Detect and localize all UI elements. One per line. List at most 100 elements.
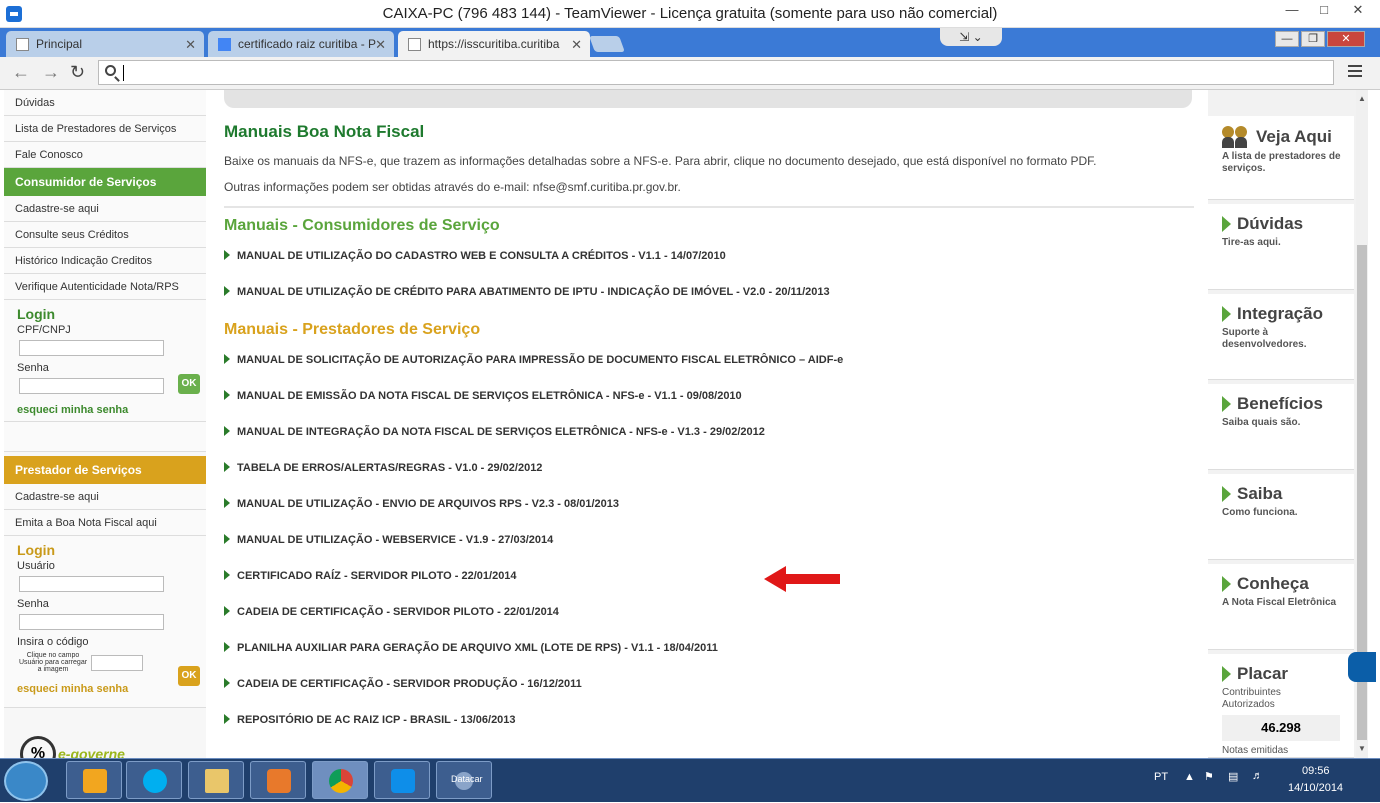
beneficios-box[interactable]: Benefícios Saiba quais são. (1208, 384, 1354, 470)
box-subtitle: Como funciona. (1222, 507, 1298, 518)
usuario-input[interactable] (19, 576, 164, 592)
manual-link[interactable]: CADEIA DE CERTIFICAÇÃO - SERVIDOR PRODUÇ… (224, 678, 582, 690)
login-title: Login (17, 306, 56, 322)
media-player-icon (267, 769, 291, 793)
volume-icon[interactable]: ♬ (1252, 770, 1263, 782)
language-indicator[interactable]: PT (1154, 771, 1168, 783)
tab-principal[interactable]: Principal ✕ (6, 31, 204, 57)
link-fale-conosco[interactable]: Fale Conosco (4, 142, 206, 168)
link-cadastre-consumidor[interactable]: Cadastre-se aqui (4, 196, 206, 222)
tab-close-icon[interactable]: ✕ (185, 37, 196, 53)
start-button[interactable] (4, 761, 48, 801)
tab-close-icon[interactable]: ✕ (571, 37, 582, 53)
manual-link[interactable]: MANUAL DE SOLICITAÇÃO DE AUTORIZAÇÃO PAR… (224, 354, 843, 366)
maximize-icon[interactable]: □ (1310, 2, 1338, 22)
spacer (4, 422, 206, 452)
codigo-input[interactable] (91, 654, 143, 671)
menu-icon[interactable] (1348, 65, 1362, 79)
box-subtitle: A Nota Fiscal Eletrônica (1222, 597, 1337, 608)
teamviewer-panel-icon[interactable] (1348, 652, 1376, 682)
login-title: Login (17, 542, 56, 558)
box-title: Placar (1237, 664, 1289, 683)
link-lista-prestadores[interactable]: Lista de Prestadores de Serviços (4, 116, 206, 142)
skype-icon (143, 769, 167, 793)
veja-aqui-box[interactable]: Veja Aqui A lista de prestadores de serv… (1208, 116, 1354, 200)
senha-input[interactable] (19, 614, 164, 630)
e-governe-logo: % e-governe (20, 736, 125, 758)
link-emita-nota[interactable]: Emita a Boa Nota Fiscal aqui (4, 510, 206, 536)
browser-minimize-icon[interactable]: — (1275, 31, 1299, 47)
manual-link-certificado-raiz[interactable]: CERTIFICADO RAÍZ - SERVIDOR PILOTO - 22/… (224, 570, 517, 582)
scroll-up-icon[interactable]: ▲ (1358, 94, 1366, 103)
manual-link[interactable]: MANUAL DE UTILIZAÇÃO DE CRÉDITO PARA ABA… (224, 286, 830, 298)
taskbar-chrome[interactable] (312, 761, 368, 799)
teamviewer-icon (391, 769, 415, 793)
senha-label: Senha (17, 362, 49, 374)
senha-input[interactable] (19, 378, 164, 394)
duvidas-box[interactable]: Dúvidas Tire-as aqui. (1208, 204, 1354, 290)
ok-button[interactable]: OK (178, 666, 200, 686)
flag-icon[interactable]: ⚑ (1204, 770, 1214, 783)
manual-link[interactable]: TABELA DE ERROS/ALERTAS/REGRAS - V1.0 - … (224, 462, 542, 474)
codigo-label: Insira o código (17, 636, 89, 648)
arrow-icon (224, 354, 230, 364)
page-title: Manuais Boa Nota Fiscal (224, 122, 425, 141)
scroll-down-icon[interactable]: ▼ (1358, 744, 1366, 753)
saiba-box[interactable]: Saiba Como funciona. (1208, 474, 1354, 560)
manual-link[interactable]: MANUAL DE UTILIZAÇÃO DO CADASTRO WEB E C… (224, 250, 726, 262)
minimize-icon[interactable]: — (1278, 2, 1306, 22)
box-title: Conheça (1237, 574, 1309, 593)
taskbar-skype[interactable] (126, 761, 182, 799)
taskbar-datacar[interactable]: Datacar (436, 761, 492, 799)
link-consulte-creditos[interactable]: Consulte seus Créditos (4, 222, 206, 248)
address-bar[interactable] (98, 60, 1334, 85)
arrow-icon (224, 714, 230, 724)
windows-taskbar: Datacar PT ▲ ⚑ ▤ ♬ 09:56 14/10/2014 (0, 758, 1380, 802)
intro-text: Baixe os manuais da NFS-e, que trazem as… (224, 154, 1097, 168)
manual-link[interactable]: MANUAL DE UTILIZAÇÃO - WEBSERVICE - V1.9… (224, 534, 553, 546)
tab-google-search[interactable]: certificado raiz curitiba - P ✕ (208, 31, 394, 57)
link-verifique-autenticidade[interactable]: Verifique Autenticidade Nota/RPS (4, 274, 206, 300)
new-tab-button[interactable] (589, 36, 625, 52)
tab-isscuritiba[interactable]: https://isscuritiba.curitiba ✕ (398, 31, 590, 57)
manual-link[interactable]: MANUAL DE UTILIZAÇÃO - ENVIO DE ARQUIVOS… (224, 498, 619, 510)
network-tray-icon[interactable]: ▤ (1228, 770, 1238, 783)
tab-label: https://isscuritiba.curitiba (428, 37, 560, 51)
placar-label: Contribuintes Autorizados (1222, 687, 1281, 710)
teamviewer-controls[interactable]: ⇲ ⌄ (940, 28, 1002, 46)
integracao-box[interactable]: Integração Suporte à desenvolvedores. (1208, 294, 1354, 380)
chevron-right-icon (1222, 396, 1231, 412)
outlook-icon (83, 769, 107, 793)
logo-text: e-governe (58, 746, 125, 758)
browser-close-icon[interactable]: ✕ (1327, 31, 1365, 47)
back-arrow-icon[interactable]: ← (12, 62, 30, 83)
link-duvidas[interactable]: Dúvidas (4, 90, 206, 116)
manual-link[interactable]: PLANILHA AUXILIAR PARA GERAÇÃO DE ARQUIV… (224, 642, 718, 654)
arrow-icon (224, 534, 230, 544)
clock-time[interactable]: 09:56 (1302, 765, 1330, 777)
manual-link[interactable]: REPOSITÓRIO DE AC RAIZ ICP - BRASIL - 13… (224, 714, 516, 726)
taskbar-outlook[interactable] (66, 761, 122, 799)
forgot-password-link[interactable]: esqueci minha senha (17, 404, 206, 416)
conheca-box[interactable]: Conheça A Nota Fiscal Eletrônica (1208, 564, 1354, 650)
ok-button[interactable]: OK (178, 374, 200, 394)
manual-link[interactable]: MANUAL DE EMISSÃO DA NOTA FISCAL DE SERV… (224, 390, 742, 402)
forward-arrow-icon[interactable]: → (42, 62, 60, 83)
link-cadastre-prestador[interactable]: Cadastre-se aqui (4, 484, 206, 510)
tab-label: Principal (36, 37, 83, 51)
cpf-input[interactable] (19, 340, 164, 356)
browser-restore-icon[interactable]: ❐ (1301, 31, 1325, 47)
close-window-icon[interactable]: ✕ (1344, 2, 1372, 22)
left-sidebar: Dúvidas Lista de Prestadores de Serviços… (4, 90, 206, 758)
link-historico-indicacao[interactable]: Histórico Indicação Creditos (4, 248, 206, 274)
taskbar-explorer[interactable] (188, 761, 244, 799)
show-hidden-icon[interactable]: ▲ (1184, 771, 1195, 783)
taskbar-media[interactable] (250, 761, 306, 799)
reload-icon[interactable]: ↻ (70, 62, 85, 83)
clock-date[interactable]: 14/10/2014 (1288, 782, 1343, 794)
folder-icon (205, 769, 229, 793)
manual-link[interactable]: CADEIA DE CERTIFICAÇÃO - SERVIDOR PILOTO… (224, 606, 559, 618)
manual-link[interactable]: MANUAL DE INTEGRAÇÃO DA NOTA FISCAL DE S… (224, 426, 765, 438)
tab-close-icon[interactable]: ✕ (375, 37, 386, 53)
taskbar-teamviewer[interactable] (374, 761, 430, 799)
